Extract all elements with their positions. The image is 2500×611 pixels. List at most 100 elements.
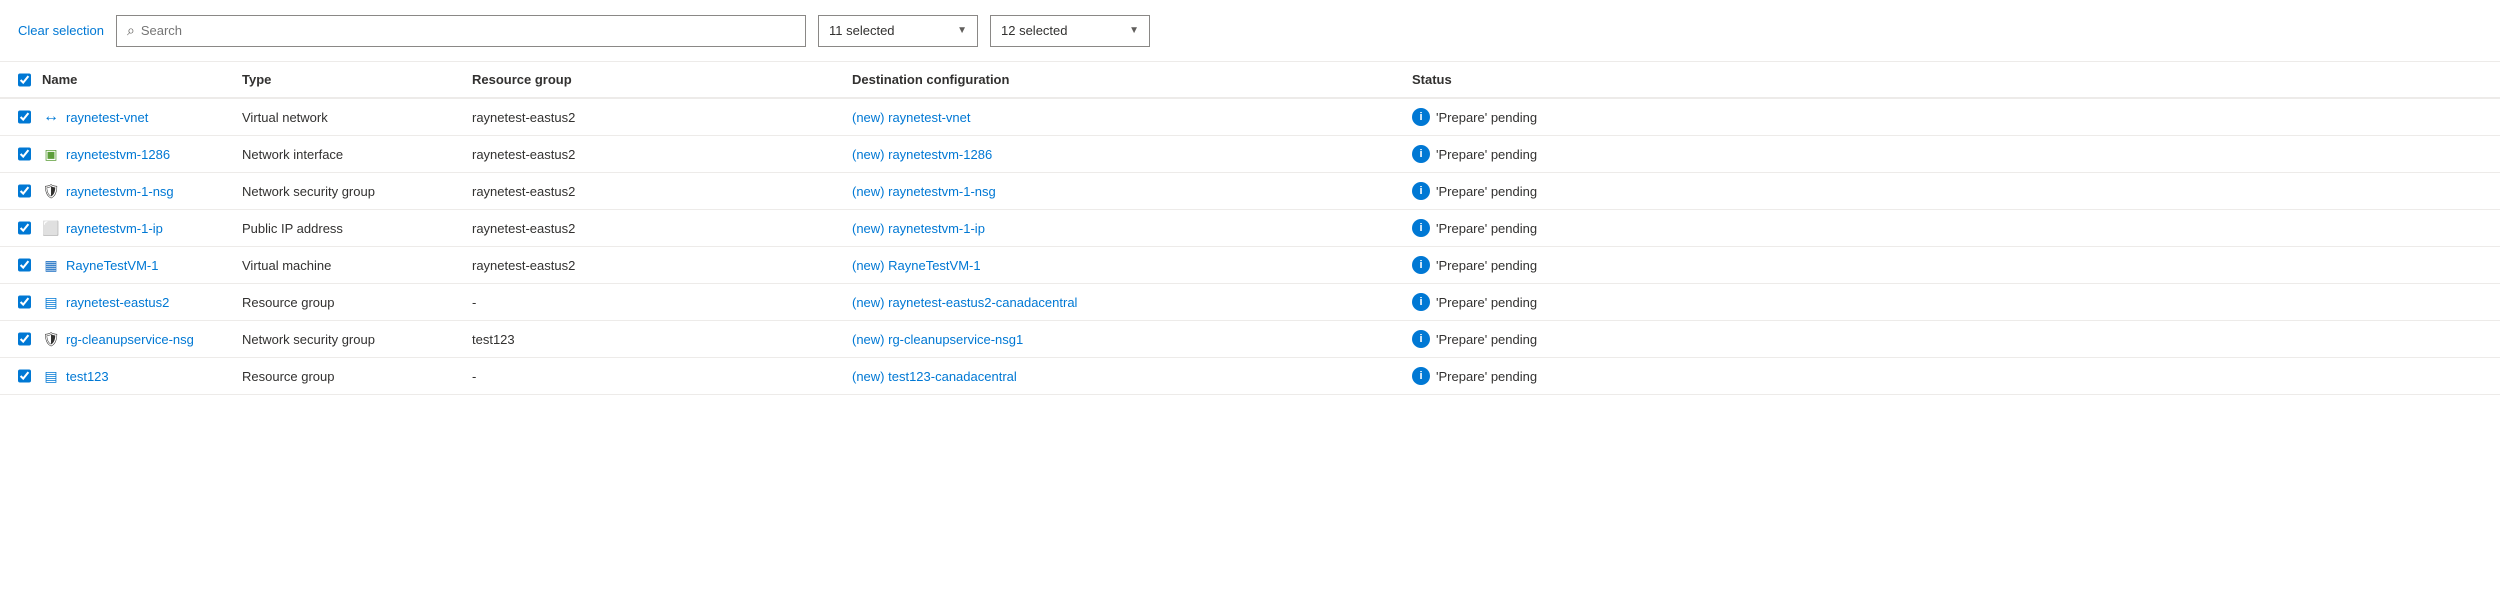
row-checkbox[interactable] bbox=[18, 369, 31, 383]
resource-name-link[interactable]: rg-cleanupservice-nsg bbox=[66, 332, 194, 347]
row-rg-cell: test123 bbox=[460, 321, 840, 358]
row-checkbox-cell[interactable] bbox=[0, 247, 30, 284]
row-checkbox[interactable] bbox=[18, 221, 31, 235]
row-checkbox-cell[interactable] bbox=[0, 98, 30, 136]
resource-group-value: - bbox=[472, 295, 476, 310]
row-rg-cell: - bbox=[460, 358, 840, 395]
filter2-label: 12 selected bbox=[1001, 23, 1068, 38]
row-type-cell: Network interface bbox=[230, 136, 460, 173]
table-row: 🛡 raynetestvm-1-nsg Network security gro… bbox=[0, 173, 2500, 210]
resource-type-label: Resource group bbox=[242, 295, 335, 310]
row-dest-cell: (new) raynetestvm-1-ip bbox=[840, 210, 1400, 247]
row-checkbox[interactable] bbox=[18, 147, 31, 161]
row-rg-cell: raynetest-eastus2 bbox=[460, 247, 840, 284]
clear-selection-label: Clear selection bbox=[18, 23, 104, 38]
resource-type-label: Network interface bbox=[242, 147, 343, 162]
status-label: 'Prepare' pending bbox=[1436, 184, 1537, 199]
destination-link[interactable]: (new) rg-cleanupservice-nsg1 bbox=[852, 332, 1023, 347]
col-header-resource-group: Resource group bbox=[460, 62, 840, 98]
resource-type-icon: ▦ bbox=[42, 256, 60, 274]
resource-name-link[interactable]: RayneTestVM-1 bbox=[66, 258, 158, 273]
row-status-cell: i 'Prepare' pending bbox=[1400, 173, 2500, 210]
row-name-cell: ▤ raynetest-eastus2 bbox=[30, 284, 230, 321]
destination-link[interactable]: (new) raynetest-vnet bbox=[852, 110, 971, 125]
row-name-cell: ↔ raynetest-vnet bbox=[30, 98, 230, 136]
row-checkbox-cell[interactable] bbox=[0, 321, 30, 358]
filter2-dropdown[interactable]: 12 selected ▼ bbox=[990, 15, 1150, 47]
resource-name-link[interactable]: test123 bbox=[66, 369, 109, 384]
resource-group-value: - bbox=[472, 369, 476, 384]
col-header-status: Status bbox=[1400, 62, 2500, 98]
destination-link[interactable]: (new) test123-canadacentral bbox=[852, 369, 1017, 384]
search-input[interactable] bbox=[141, 23, 795, 38]
row-name-cell: ⬜ raynetestvm-1-ip bbox=[30, 210, 230, 247]
row-dest-cell: (new) RayneTestVM-1 bbox=[840, 247, 1400, 284]
resource-table-container: Name Type Resource group Destination con… bbox=[0, 62, 2500, 395]
resource-name-link[interactable]: raynetestvm-1-nsg bbox=[66, 184, 174, 199]
status-label: 'Prepare' pending bbox=[1436, 221, 1537, 236]
row-dest-cell: (new) raynetest-eastus2-canadacentral bbox=[840, 284, 1400, 321]
info-icon: i bbox=[1412, 182, 1430, 200]
resource-group-value: test123 bbox=[472, 332, 515, 347]
checkbox-header[interactable] bbox=[0, 62, 30, 98]
resource-name-link[interactable]: raynetestvm-1-ip bbox=[66, 221, 163, 236]
select-all-checkbox[interactable] bbox=[18, 73, 31, 87]
status-label: 'Prepare' pending bbox=[1436, 110, 1537, 125]
row-status-cell: i 'Prepare' pending bbox=[1400, 321, 2500, 358]
resource-type-icon: ⬜ bbox=[42, 219, 60, 237]
row-checkbox[interactable] bbox=[18, 295, 31, 309]
row-type-cell: Network security group bbox=[230, 321, 460, 358]
row-name-cell: ▤ test123 bbox=[30, 358, 230, 395]
search-icon: ⌕ bbox=[127, 22, 135, 39]
resource-group-value: raynetest-eastus2 bbox=[472, 221, 575, 236]
resource-table: Name Type Resource group Destination con… bbox=[0, 62, 2500, 395]
status-label: 'Prepare' pending bbox=[1436, 147, 1537, 162]
resource-type-label: Network security group bbox=[242, 332, 375, 347]
row-checkbox-cell[interactable] bbox=[0, 210, 30, 247]
row-name-cell: ▦ RayneTestVM-1 bbox=[30, 247, 230, 284]
row-checkbox-cell[interactable] bbox=[0, 173, 30, 210]
destination-link[interactable]: (new) raynetestvm-1-nsg bbox=[852, 184, 996, 199]
row-checkbox-cell[interactable] bbox=[0, 358, 30, 395]
row-status-cell: i 'Prepare' pending bbox=[1400, 284, 2500, 321]
row-checkbox[interactable] bbox=[18, 258, 31, 272]
info-icon: i bbox=[1412, 367, 1430, 385]
destination-link[interactable]: (new) raynetest-eastus2-canadacentral bbox=[852, 295, 1077, 310]
row-status-cell: i 'Prepare' pending bbox=[1400, 210, 2500, 247]
resource-name-link[interactable]: raynetest-vnet bbox=[66, 110, 148, 125]
row-checkbox-cell[interactable] bbox=[0, 136, 30, 173]
chevron-down-icon: ▼ bbox=[1129, 25, 1139, 36]
row-checkbox[interactable] bbox=[18, 332, 31, 346]
destination-link[interactable]: (new) raynetestvm-1-ip bbox=[852, 221, 985, 236]
row-name-cell: 🛡 raynetestvm-1-nsg bbox=[30, 173, 230, 210]
table-row: ⬜ raynetestvm-1-ip Public IP address ray… bbox=[0, 210, 2500, 247]
destination-link[interactable]: (new) raynetestvm-1286 bbox=[852, 147, 992, 162]
status-label: 'Prepare' pending bbox=[1436, 258, 1537, 273]
info-icon: i bbox=[1412, 293, 1430, 311]
resource-name-link[interactable]: raynetestvm-1286 bbox=[66, 147, 170, 162]
row-type-cell: Network security group bbox=[230, 173, 460, 210]
clear-selection-button[interactable]: Clear selection bbox=[18, 23, 104, 38]
resource-type-label: Public IP address bbox=[242, 221, 343, 236]
table-row: ↔ raynetest-vnet Virtual network raynete… bbox=[0, 98, 2500, 136]
info-icon: i bbox=[1412, 108, 1430, 126]
toolbar: Clear selection ⌕ 11 selected ▼ 12 selec… bbox=[0, 0, 2500, 62]
resource-group-value: raynetest-eastus2 bbox=[472, 147, 575, 162]
info-icon: i bbox=[1412, 219, 1430, 237]
row-checkbox[interactable] bbox=[18, 184, 31, 198]
resource-type-icon: ▣ bbox=[42, 145, 60, 163]
resource-type-label: Resource group bbox=[242, 369, 335, 384]
row-checkbox-cell[interactable] bbox=[0, 284, 30, 321]
filter1-dropdown[interactable]: 11 selected ▼ bbox=[818, 15, 978, 47]
table-row: ▤ test123 Resource group - (new) test123… bbox=[0, 358, 2500, 395]
row-rg-cell: raynetest-eastus2 bbox=[460, 210, 840, 247]
destination-link[interactable]: (new) RayneTestVM-1 bbox=[852, 258, 981, 273]
resource-type-icon: ↔ bbox=[42, 108, 60, 126]
row-name-cell: 🛡 rg-cleanupservice-nsg bbox=[30, 321, 230, 358]
row-type-cell: Virtual machine bbox=[230, 247, 460, 284]
row-type-cell: Resource group bbox=[230, 358, 460, 395]
row-dest-cell: (new) raynetestvm-1-nsg bbox=[840, 173, 1400, 210]
row-checkbox[interactable] bbox=[18, 110, 31, 124]
resource-name-link[interactable]: raynetest-eastus2 bbox=[66, 295, 169, 310]
col-header-destination: Destination configuration bbox=[840, 62, 1400, 98]
